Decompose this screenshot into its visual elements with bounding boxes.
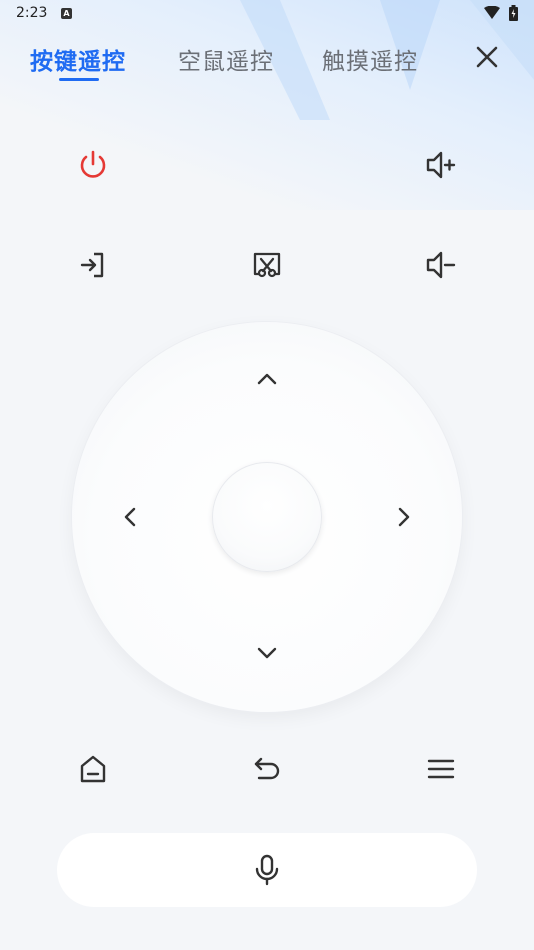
status-time: 2:23 bbox=[16, 5, 48, 21]
chevron-down-icon bbox=[257, 647, 277, 659]
chevron-right-icon bbox=[398, 507, 410, 527]
volume-down-button[interactable] bbox=[419, 243, 463, 287]
back-icon bbox=[254, 757, 280, 780]
status-bar: 2:23 A bbox=[0, 0, 534, 28]
active-tab-indicator bbox=[59, 78, 99, 81]
close-icon bbox=[476, 46, 498, 68]
power-button[interactable] bbox=[71, 143, 115, 187]
voice-input-button[interactable] bbox=[57, 833, 477, 907]
close-button[interactable] bbox=[472, 42, 502, 72]
dpad bbox=[72, 322, 462, 712]
dpad-up-button[interactable] bbox=[247, 359, 287, 399]
menu-button[interactable] bbox=[419, 747, 463, 791]
dpad-ok-button[interactable] bbox=[212, 462, 322, 572]
dpad-left-button[interactable] bbox=[110, 497, 150, 537]
tab-button-remote[interactable]: 按键遥控 bbox=[30, 42, 126, 76]
dpad-right-button[interactable] bbox=[384, 497, 424, 537]
input-source-button[interactable] bbox=[71, 243, 115, 287]
home-icon bbox=[80, 755, 106, 783]
tab-bar: 按键遥控 空鼠遥控 触摸遥控 bbox=[0, 38, 534, 88]
volume-up-button[interactable] bbox=[419, 143, 463, 187]
screenshot-icon bbox=[253, 252, 281, 278]
chevron-left-icon bbox=[124, 507, 136, 527]
home-button[interactable] bbox=[71, 747, 115, 791]
menu-icon bbox=[427, 759, 455, 779]
microphone-icon bbox=[255, 854, 279, 886]
chevron-up-icon bbox=[257, 373, 277, 385]
battery-icon bbox=[509, 5, 518, 21]
volume-down-icon bbox=[426, 251, 456, 279]
notification-icon: A bbox=[61, 8, 72, 19]
tab-touch-remote[interactable]: 触摸遥控 bbox=[322, 42, 418, 76]
tab-air-mouse[interactable]: 空鼠遥控 bbox=[178, 42, 274, 76]
power-icon bbox=[80, 150, 106, 178]
screenshot-button[interactable] bbox=[245, 243, 289, 287]
back-button[interactable] bbox=[245, 747, 289, 791]
volume-up-icon bbox=[426, 151, 456, 179]
input-source-icon bbox=[80, 252, 104, 278]
dpad-down-button[interactable] bbox=[247, 633, 287, 673]
wifi-icon bbox=[484, 6, 500, 19]
